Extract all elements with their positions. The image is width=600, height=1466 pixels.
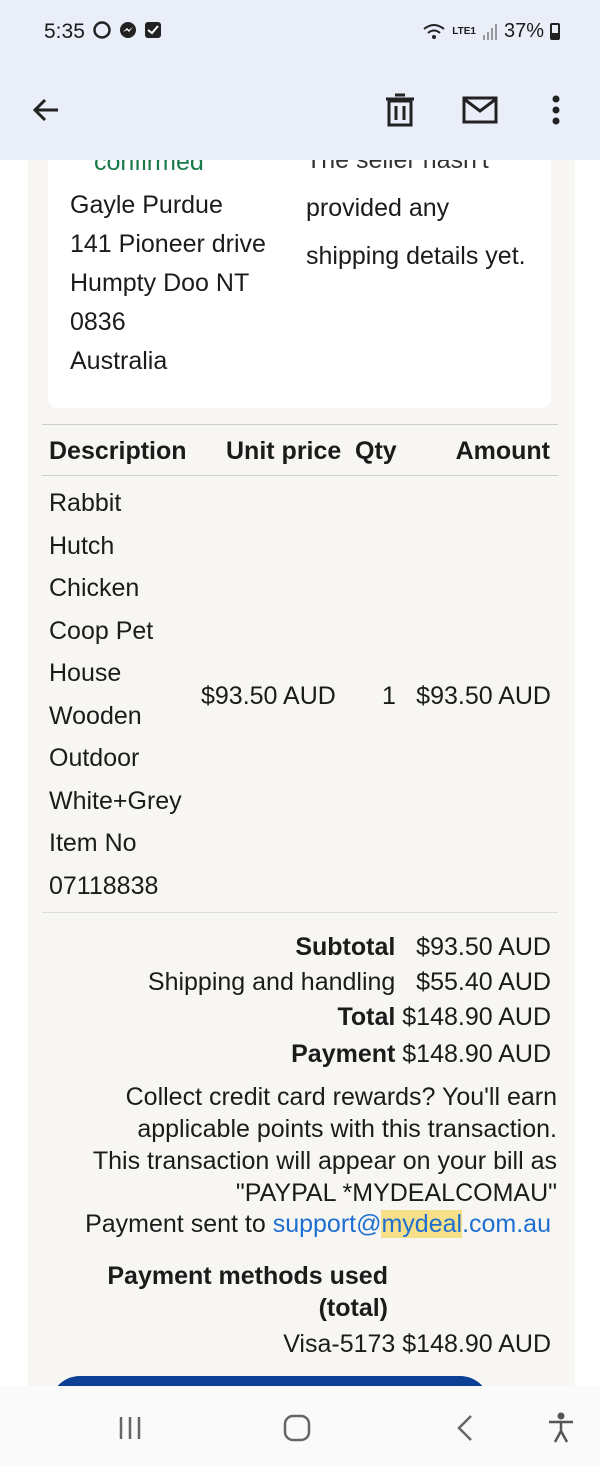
shipping-card: confirmed The seller hasn't Gayle Purdue… [48,160,551,408]
arrow-left-icon [32,98,58,122]
address-country: Australia [70,347,168,375]
mail-icon [462,96,498,124]
trash-icon [386,93,414,127]
item-desc-line: Rabbit [49,489,122,517]
home-icon [283,1414,311,1442]
row-divider [42,912,558,913]
nav-back-button[interactable] [443,1406,487,1450]
methods-title-line: Payment methods used [107,1262,388,1290]
address-street: 141 Pioneer drive [70,230,266,258]
messenger-icon [120,22,136,38]
item-amount: $93.50 AUD [416,682,551,710]
subtotal-row: Subtotal $93.50 AUD [51,930,551,965]
item-desc-line: Chicken [49,574,140,602]
notification-icons [92,20,162,40]
item-desc-line: Outdoor [49,744,140,772]
item-description: Rabbit Hutch Chicken Coop Pet House Wood… [49,482,199,907]
action-button[interactable] [50,1376,490,1386]
item-desc-line: 07118838 [49,871,159,900]
network-label: LTE1 [452,25,476,37]
payment-value: $148.90 AUD [402,1040,551,1068]
recents-button[interactable] [108,1406,152,1450]
payment-row: Payment $148.90 AUD [291,1040,551,1069]
shipping-label: Shipping and handling [147,968,396,996]
item-desc-line: Hutch [49,531,115,560]
item-unit-price: $93.50 AUD [201,682,336,710]
checkbox-notification-icon [145,22,161,38]
header-unit-price: Unit price [226,437,342,465]
email-highlight: mydeal [381,1210,463,1238]
item-qty: 1 [382,682,396,710]
shipping-value: $55.40 AUD [416,968,551,996]
email-part: support@ [272,1210,382,1238]
sync-icon [93,21,111,39]
address-status: confirmed [94,160,204,176]
address-city: Humpty Doo NT [70,269,250,297]
app-bar [0,64,600,160]
rewards-line: "PAYPAL *MYDEALCOMAU" [235,1179,557,1207]
subtotal-value: $93.50 AUD [416,933,551,961]
item-desc-line: Item No [49,829,137,857]
status-time: 5:35 [44,20,85,43]
payment-sent-to: Payment sent to support@mydeal.com.au [85,1210,551,1239]
more-vert-icon [552,95,560,125]
methods-title-line: (total) [318,1294,388,1322]
shipping-note-top: The seller hasn't [306,160,489,174]
system-nav-bar [0,1386,600,1466]
total-value: $148.90 AUD [402,1003,551,1031]
rewards-line: Collect credit card rewards? You'll earn [125,1083,557,1111]
shipping-note: provided any shipping details yet. [306,194,526,270]
address-name: Gayle Purdue [70,191,223,219]
header-qty: Qty [355,437,397,465]
battery-icon [550,23,560,40]
wifi-icon [423,23,445,39]
header-description: Description [49,437,187,465]
total-label: Total [337,1003,396,1031]
address-postcode: 0836 [70,308,126,336]
home-button[interactable] [275,1406,319,1450]
payment-label: Payment [291,1040,396,1068]
payment-methods-title: Payment methods used (total) [88,1260,388,1324]
rewards-line: This transaction will appear on your bil… [92,1147,557,1175]
item-desc-line: Coop Pet [49,616,154,645]
subtotal-label: Subtotal [295,933,396,961]
shipping-address: Gayle Purdue 141 Pioneer drive Humpty Do… [70,186,266,381]
receipt-panel: confirmed The seller hasn't Gayle Purdue… [28,160,575,1386]
item-desc-line: White+Grey [49,786,182,815]
recents-icon [119,1417,141,1439]
total-row: Total $148.90 AUD [51,1000,551,1035]
delete-button[interactable] [376,86,424,134]
status-bar: 5:35 LTE1 37% [0,0,600,64]
back-chevron-icon [457,1415,472,1441]
item-desc-line: House [49,659,122,687]
merchant-email-link[interactable]: support@mydeal.com.au [273,1210,551,1238]
card-amount: $148.90 AUD [402,1330,551,1358]
more-options-button[interactable] [532,86,580,134]
signal-icon [482,23,497,40]
accessibility-icon [549,1412,573,1443]
sent-to-prefix: Payment sent to [85,1210,273,1238]
card-label: Visa-5173 [283,1330,396,1358]
item-desc-line: Wooden [49,701,142,730]
rewards-note: Collect credit card rewards? You'll earn… [37,1081,557,1209]
table-header: Description Unit price Qty Amount [42,424,558,476]
rewards-line: applicable points with this transaction. [137,1115,557,1143]
mark-unread-button[interactable] [456,86,504,134]
accessibility-button[interactable] [539,1406,583,1450]
email-part: .com.au [462,1210,551,1238]
payment-method-row: Visa-5173 $148.90 AUD [283,1330,551,1359]
totals-block: Subtotal $93.50 AUD Shipping and handlin… [51,930,551,1035]
email-content[interactable]: confirmed The seller hasn't Gayle Purdue… [0,160,600,1386]
battery-percent: 37% [503,20,544,42]
header-amount: Amount [455,437,550,465]
back-button[interactable] [22,86,70,134]
shipping-row: Shipping and handling $55.40 AUD [51,965,551,1000]
status-right: LTE1 37% [422,20,560,43]
